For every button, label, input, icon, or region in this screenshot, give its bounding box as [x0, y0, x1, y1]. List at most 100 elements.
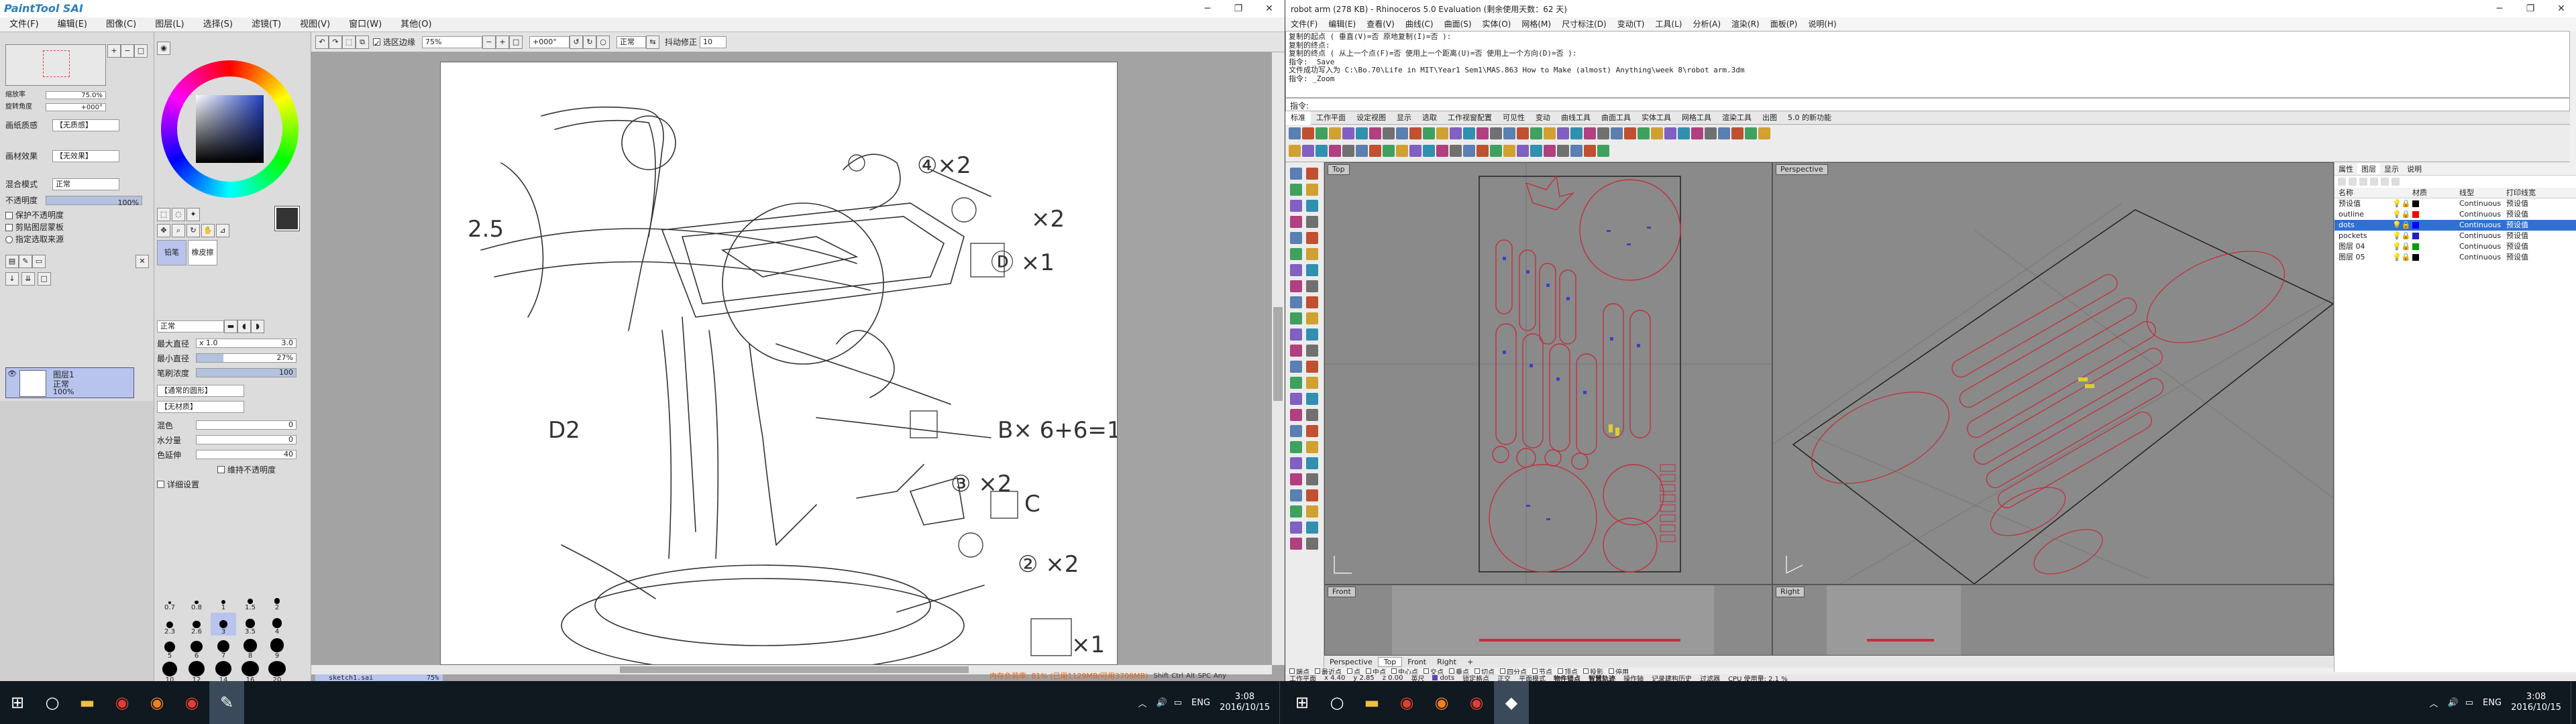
minimize-icon[interactable]: ─: [1192, 0, 1223, 17]
brush-shape-round-icon[interactable]: ◖: [237, 320, 251, 333]
menu-transform[interactable]: 变动(T): [1612, 17, 1650, 31]
top-viewport[interactable]: Top: [1324, 162, 1772, 585]
toolbar-tool-icon[interactable]: [1356, 127, 1368, 139]
toolbar-tool-icon[interactable]: [1678, 127, 1690, 139]
side-tool-icon[interactable]: [1306, 200, 1318, 212]
side-tool-icon[interactable]: [1306, 377, 1318, 389]
toolbar-tool-icon[interactable]: [1477, 127, 1489, 139]
tab-properties[interactable]: 属性: [2334, 164, 2357, 174]
rhino-app-icon[interactable]: ◆: [1494, 681, 1529, 724]
toolbar-tool-icon[interactable]: [1450, 145, 1462, 157]
network-icon[interactable]: ▭: [1174, 698, 1182, 708]
move-icon[interactable]: ✥: [157, 224, 170, 237]
tab-viewport-layout[interactable]: 工作视窗配置: [1442, 111, 1497, 125]
menu-select[interactable]: 选择(S): [194, 17, 242, 32]
side-tool-icon[interactable]: [1306, 296, 1318, 308]
new-linework-layer-icon[interactable]: ✎: [19, 255, 32, 268]
new-layer-icon[interactable]: ▤: [5, 255, 19, 268]
brush-size-preset[interactable]: 7: [211, 637, 236, 660]
menu-view[interactable]: 查看(V): [1361, 17, 1400, 31]
show-desktop-button[interactable]: [1279, 681, 1285, 724]
toolbar-tool-icon[interactable]: [1597, 145, 1609, 157]
toolbar-tool-icon[interactable]: [1369, 127, 1381, 139]
language-indicator[interactable]: ENG: [1191, 698, 1210, 708]
toolbar-tool-icon[interactable]: [1383, 127, 1395, 139]
deselect-icon[interactable]: ⬚: [342, 35, 356, 49]
horizontal-scroll-thumb[interactable]: [620, 666, 969, 673]
layer-color-swatch[interactable]: [2412, 211, 2419, 218]
brush-mode-select[interactable]: 正常: [157, 320, 224, 333]
toolbar-tool-icon[interactable]: [1530, 127, 1542, 139]
detail-settings-checkbox[interactable]: 详细设置: [157, 477, 309, 491]
side-tool-icon[interactable]: [1290, 216, 1302, 228]
new-folder-icon[interactable]: ▭: [32, 255, 46, 268]
side-tool-icon[interactable]: [1306, 264, 1318, 276]
undo-icon[interactable]: ↶: [315, 35, 329, 49]
brush-size-preset[interactable]: 2: [264, 589, 290, 611]
visibility-lock-icon[interactable]: 💡🔒: [2392, 198, 2412, 209]
folder-icon[interactable]: ▬: [1354, 681, 1389, 724]
rotation-select[interactable]: +000°: [529, 36, 570, 48]
menu-file[interactable]: 文件(F): [0, 17, 48, 32]
toolbar-tool-icon[interactable]: [1302, 127, 1314, 139]
toolbar-tool-icon[interactable]: [1289, 127, 1301, 139]
side-tool-icon[interactable]: [1290, 328, 1302, 341]
side-tool-icon[interactable]: [1290, 361, 1302, 373]
layer-row[interactable]: 预设值 💡🔒 Continuous 预设值: [2334, 198, 2576, 209]
language-indicator[interactable]: ENG: [2483, 698, 2502, 708]
layer-row[interactable]: dots 💡🔒 Continuous 预设值: [2334, 220, 2576, 231]
clock[interactable]: 3:08 2016/10/15: [2511, 692, 2561, 713]
toolbar-tool-icon[interactable]: [1436, 145, 1448, 157]
side-tool-icon[interactable]: [1306, 232, 1318, 244]
menu-analyze[interactable]: 分析(A): [1687, 17, 1726, 31]
layer-row[interactable]: outline 💡🔒 Continuous 预设值: [2334, 209, 2576, 220]
rotate-left-button[interactable]: ↺: [570, 35, 584, 49]
toolbar-tool-icon[interactable]: [1651, 127, 1663, 139]
close-icon[interactable]: ✕: [2546, 0, 2576, 17]
paper-effect-select[interactable]: 【无效果】: [52, 150, 119, 162]
density-slider[interactable]: 100: [196, 368, 297, 377]
toolbar-tool-icon[interactable]: [1584, 145, 1596, 157]
search-icon[interactable]: ○: [35, 681, 70, 724]
side-tool-icon[interactable]: [1290, 505, 1302, 518]
toolbar-tool-icon[interactable]: [1557, 127, 1569, 139]
toolbar-tool-icon[interactable]: [1342, 145, 1354, 157]
toolbar-tool-icon[interactable]: [1342, 127, 1354, 139]
toolbar-tool-icon[interactable]: [1436, 127, 1448, 139]
layer-row[interactable]: 图层 05 💡🔒 Continuous 预设值: [2334, 252, 2576, 263]
toolbar-tool-icon[interactable]: [1423, 127, 1435, 139]
merge-down-icon[interactable]: ⇊: [21, 272, 35, 286]
tool-pencil[interactable]: 铅笔: [157, 240, 186, 265]
menu-layer[interactable]: 图层(L): [146, 17, 193, 32]
side-tool-icon[interactable]: [1290, 441, 1302, 453]
visibility-lock-icon[interactable]: 💡🔒: [2392, 231, 2412, 241]
tray-up-icon[interactable]: ︿: [2430, 697, 2438, 709]
brush-size-preset[interactable]: 1.5: [237, 589, 263, 611]
brush-shape-flat-icon[interactable]: ▬: [224, 320, 237, 333]
side-tool-icon[interactable]: [1306, 441, 1318, 453]
eyedropper-icon[interactable]: ⊿: [216, 224, 229, 237]
zoom-reset-icon[interactable]: □: [134, 44, 148, 58]
front-viewport[interactable]: Front: [1324, 585, 1772, 656]
toolbar-tool-icon[interactable]: [1544, 127, 1556, 139]
side-tool-icon[interactable]: [1306, 312, 1318, 324]
side-tool-icon[interactable]: [1290, 200, 1302, 212]
magic-wand-icon[interactable]: ✦: [186, 208, 200, 221]
side-tool-icon[interactable]: [1290, 168, 1302, 180]
windows-start-icon[interactable]: ⊞: [0, 681, 35, 724]
toolbar-tool-icon[interactable]: [1490, 145, 1502, 157]
clipping-group-checkbox[interactable]: 剪贴图层蒙板: [5, 221, 64, 233]
toolbar-tool-icon[interactable]: [1718, 127, 1730, 139]
firefox-icon[interactable]: ◉: [1424, 681, 1459, 724]
side-tool-icon[interactable]: [1290, 184, 1302, 196]
tab-drafting[interactable]: 出图: [1757, 111, 1782, 125]
brush-size-preset[interactable]: 0.7: [157, 589, 182, 611]
move-down-icon[interactable]: [2381, 178, 2389, 186]
toolbar-tool-icon[interactable]: [1329, 145, 1341, 157]
menu-file[interactable]: 文件(F): [1285, 17, 1323, 31]
rotate-reset-button[interactable]: ○: [596, 35, 610, 49]
toolbar-tool-icon[interactable]: [1396, 127, 1408, 139]
tab-standard[interactable]: 标准: [1285, 111, 1311, 125]
menu-panels[interactable]: 面板(P): [1765, 17, 1803, 31]
clear-layer-icon[interactable]: □: [37, 272, 51, 286]
